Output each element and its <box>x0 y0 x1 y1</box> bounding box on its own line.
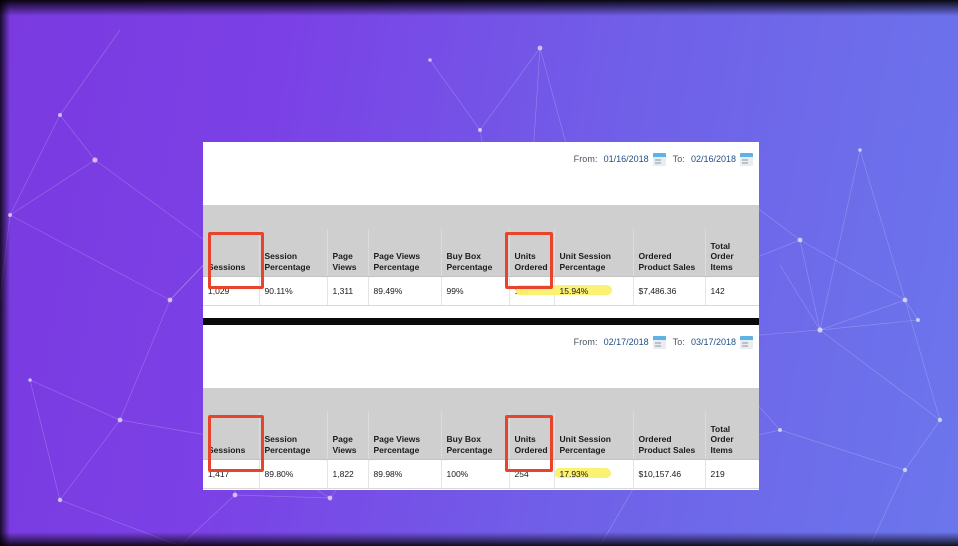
vignette-left <box>0 0 10 546</box>
cell-total-order-items: 219 <box>705 459 759 489</box>
column-header-page-views-percentage[interactable]: Page Views Percentage <box>368 229 442 277</box>
date-to-group-first[interactable]: To: 02/16/2018 <box>672 152 753 166</box>
cell-total-order-items: 142 <box>705 276 759 306</box>
report-block-second: From: 02/17/2018 To: 03/17/2018 Sessions… <box>203 325 759 490</box>
metrics-table-second: Sessions Session Percentage Page Views P… <box>203 412 759 489</box>
column-header-buy-box-percentage[interactable]: Buy Box Percentage <box>441 412 510 460</box>
vignette-top <box>0 0 958 16</box>
cell-page-views-percentage: 89.98% <box>368 459 442 489</box>
column-header-units-ordered[interactable]: Units Ordered <box>509 229 555 277</box>
column-header-buy-box-percentage[interactable]: Buy Box Percentage <box>441 229 510 277</box>
cell-buy-box-percentage: 99% <box>441 276 510 306</box>
table-header-row: Sessions Session Percentage Page Views P… <box>203 229 759 277</box>
unit-session-percentage-value: 15.94% <box>559 285 589 296</box>
column-header-sessions[interactable]: Sessions <box>203 229 260 277</box>
column-header-page-views-percentage[interactable]: Page Views Percentage <box>368 412 442 460</box>
date-from-label: From: <box>573 337 598 347</box>
column-header-unit-session-percentage[interactable]: Unit Session Percentage <box>554 229 634 277</box>
calendar-icon[interactable] <box>652 335 666 349</box>
report-block-first: From: 01/16/2018 To: 02/16/2018 Sessions… <box>203 142 759 318</box>
date-to-value[interactable]: 02/16/2018 <box>691 154 736 164</box>
calendar-icon[interactable] <box>652 152 666 166</box>
calendar-icon[interactable] <box>740 152 753 166</box>
date-to-value[interactable]: 03/17/2018 <box>691 337 736 347</box>
date-from-value[interactable]: 02/17/2018 <box>604 337 649 347</box>
date-from-group-first[interactable]: From: 01/16/2018 <box>573 152 666 166</box>
date-to-label: To: <box>672 337 685 347</box>
cell-page-views-percentage: 89.49% <box>368 276 442 306</box>
cell-page-views: 1,311 <box>327 276 369 306</box>
cell-ordered-product-sales: $10,157.46 <box>633 459 706 489</box>
date-from-label: From: <box>573 154 598 164</box>
date-range-row-first: From: 01/16/2018 To: 02/16/2018 <box>203 142 759 176</box>
column-header-page-views[interactable]: Page Views <box>327 412 369 460</box>
cell-page-views: 1,822 <box>327 459 369 489</box>
vignette-bottom <box>0 532 958 546</box>
table-header-filler <box>203 388 759 412</box>
table-row: 1,417 89.80% 1,822 89.98% 100% 254 17.93… <box>203 459 759 489</box>
calendar-icon[interactable] <box>740 335 753 349</box>
highlight-wrapper: 15.94% <box>515 284 612 296</box>
column-header-page-views[interactable]: Page Views <box>327 229 369 277</box>
date-to-group-second[interactable]: To: 03/17/2018 <box>672 335 753 349</box>
highlight-wrapper: 17.93% <box>554 467 611 479</box>
date-to-label: To: <box>672 154 685 164</box>
cell-unit-session-percentage: 17.93% <box>554 459 634 489</box>
cell-session-percentage: 89.80% <box>259 459 328 489</box>
cell-units-ordered: 254 <box>509 459 555 489</box>
panel-spacer <box>203 359 759 388</box>
column-header-total-order-items[interactable]: Total Order Items <box>705 412 759 460</box>
column-header-total-order-items[interactable]: Total Order Items <box>705 229 759 277</box>
column-header-session-percentage[interactable]: Session Percentage <box>259 412 328 460</box>
section-divider <box>203 318 759 325</box>
table-header-filler <box>203 205 759 229</box>
date-range-row-second: From: 02/17/2018 To: 03/17/2018 <box>203 325 759 359</box>
panel-spacer <box>203 176 759 205</box>
report-screenshot-panel: From: 01/16/2018 To: 02/16/2018 Sessions… <box>203 142 759 490</box>
screenshot-stage: From: 01/16/2018 To: 02/16/2018 Sessions… <box>0 0 958 546</box>
cell-sessions: 1,029 <box>203 276 260 306</box>
table-row: 1,029 90.11% 1,311 89.49% 99% 164 15.94% <box>203 276 759 306</box>
cell-session-percentage: 90.11% <box>259 276 328 306</box>
cell-sessions: 1,417 <box>203 459 260 489</box>
date-from-value[interactable]: 01/16/2018 <box>604 154 649 164</box>
cell-unit-session-percentage: 15.94% <box>515 276 634 306</box>
column-header-ordered-product-sales[interactable]: Ordered Product Sales <box>633 412 706 460</box>
column-header-units-ordered[interactable]: Units Ordered <box>509 412 555 460</box>
column-header-ordered-product-sales[interactable]: Ordered Product Sales <box>633 229 706 277</box>
unit-session-percentage-value: 17.93% <box>559 468 589 479</box>
date-from-group-second[interactable]: From: 02/17/2018 <box>573 335 666 349</box>
table-header-row: Sessions Session Percentage Page Views P… <box>203 412 759 460</box>
column-header-sessions[interactable]: Sessions <box>203 412 260 460</box>
metrics-table-first: Sessions Session Percentage Page Views P… <box>203 229 759 306</box>
cell-ordered-product-sales: $7,486.36 <box>633 276 706 306</box>
column-header-session-percentage[interactable]: Session Percentage <box>259 229 328 277</box>
cell-buy-box-percentage: 100% <box>441 459 510 489</box>
column-header-unit-session-percentage[interactable]: Unit Session Percentage <box>554 412 634 460</box>
